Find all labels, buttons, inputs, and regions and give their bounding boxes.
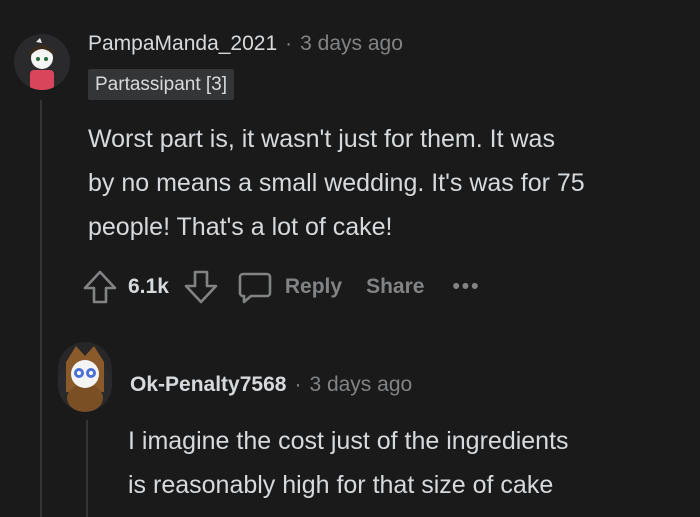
thread-line-reply[interactable] — [86, 420, 88, 517]
reply-body: I imagine the cost just of the ingredien… — [128, 419, 569, 507]
reply-line: is reasonably high for that size of cake — [128, 471, 554, 499]
reply-username[interactable]: Ok-Penalty7568 — [130, 373, 286, 397]
reply-timestamp[interactable]: 3 days ago — [309, 373, 412, 397]
upvote-icon[interactable] — [82, 269, 118, 305]
comment-line: Worst part is, it wasn't just for them. … — [88, 125, 555, 153]
reply-meta: Ok-Penalty7568 · 3 days ago — [130, 373, 412, 397]
user-flair: Partassipant [3] — [88, 69, 235, 100]
reply-label: Reply — [284, 275, 343, 298]
comment-timestamp[interactable]: 3 days ago — [300, 32, 403, 56]
share-button[interactable]: Share — [366, 275, 424, 299]
downvote-icon[interactable] — [183, 269, 219, 305]
user-avatar[interactable] — [14, 34, 70, 90]
meta-separator: · — [285, 32, 293, 55]
vote-count: 6.1k — [128, 275, 169, 298]
reply-line: I imagine the cost just of the ingredien… — [128, 427, 569, 455]
comment-line: people! That's a lot of cake! — [88, 213, 393, 241]
comment-line: by no means a small wedding. It's was fo… — [88, 169, 585, 197]
comment-body: Worst part is, it wasn't just for them. … — [88, 117, 585, 249]
comment-bubble-icon — [237, 269, 273, 305]
more-options-icon[interactable]: ••• — [452, 275, 480, 299]
comment-username[interactable]: PampaManda_2021 — [88, 32, 277, 56]
reply-button[interactable]: Reply — [237, 269, 342, 305]
thread-line-main[interactable] — [40, 100, 42, 517]
reply-user-avatar[interactable] — [58, 342, 112, 412]
comment-meta: PampaManda_2021 · 3 days ago — [88, 32, 403, 56]
meta-separator: · — [294, 373, 302, 396]
comment-actions: 6.1k Reply Share ••• — [82, 265, 481, 309]
